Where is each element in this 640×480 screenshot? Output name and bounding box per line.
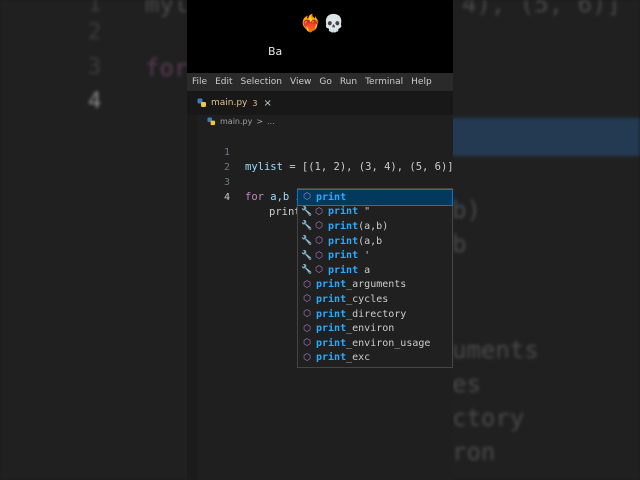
wrench-icon: 🔧	[301, 265, 313, 276]
tab-bar: main.py 3 ×	[187, 91, 453, 115]
code-token: a,b	[263, 191, 296, 203]
suggestion-item[interactable]: 🔧 ⬡ print (a,b	[298, 234, 452, 249]
python-file-icon	[207, 117, 216, 126]
background-code: uments	[452, 336, 539, 364]
snippet-icon: ⬡	[315, 265, 323, 276]
suggestion-item[interactable]: 🔧 ⬡ print (a,b)	[298, 219, 452, 234]
snippet-icon: ⬡	[315, 236, 323, 247]
cube-icon: ⬡	[303, 338, 311, 349]
video-overlay-band	[187, 0, 453, 73]
background-code: b)	[452, 196, 481, 224]
breadcrumb-more[interactable]: ...	[267, 117, 275, 126]
background-code: 4), (5, 6)]	[462, 0, 621, 18]
menu-selection[interactable]: Selection	[241, 77, 282, 87]
background-code: es	[452, 370, 481, 398]
background-line-number: 2	[88, 20, 102, 45]
background-line-number: 3	[88, 55, 102, 80]
code-line: 3 for a,b in mylist:	[187, 160, 453, 203]
wrench-icon: 🔧	[301, 206, 313, 217]
menu-edit[interactable]: Edit	[215, 77, 232, 87]
problems-count-badge: 3	[252, 98, 258, 108]
breadcrumb: main.py > ...	[207, 117, 275, 126]
cube-icon: ⬡	[303, 279, 311, 290]
tab-filename: main.py	[211, 98, 248, 108]
snippet-icon: ⬡	[315, 221, 323, 232]
cube-icon: ⬡	[303, 309, 311, 320]
menu-bar: File Edit Selection View Go Run Terminal…	[187, 73, 453, 91]
menu-go[interactable]: Go	[319, 77, 331, 87]
menu-help[interactable]: Help	[411, 77, 432, 87]
menu-run[interactable]: Run	[340, 77, 357, 87]
code-line: 2	[187, 145, 453, 173]
suggestion-item[interactable]: ⬡ print _cycles	[298, 292, 452, 307]
suggestion-item[interactable]: ⬡ print _environ	[298, 321, 452, 336]
close-tab-icon[interactable]: ×	[263, 98, 271, 109]
background-code: b	[452, 230, 467, 258]
suggestion-item[interactable]: 🔧 ⬡ print a	[298, 263, 452, 278]
suggestion-widget: ⬡ print 🔧 ⬡ print " 🔧 ⬡ print (a,b) 🔧 ⬡ prin…	[297, 188, 453, 368]
cube-icon: ⬡	[303, 323, 311, 334]
background-code: ctory	[452, 404, 525, 432]
background-line-number: 4	[88, 89, 102, 114]
suggestion-item[interactable]: 🔧 ⬡ print "	[298, 205, 452, 220]
code-line: 1 mylist = [(1, 2), (3, 4), (5, 6)]	[187, 130, 454, 173]
cube-icon: ⬡	[303, 294, 311, 305]
suggestion-item[interactable]: ⬡ print _exc	[298, 351, 452, 366]
line-number: 4	[223, 192, 230, 203]
emoji-overlay: ❤️‍🔥💀	[300, 14, 347, 34]
menu-file[interactable]: File	[192, 77, 207, 87]
suggestion-item[interactable]: ⬡ print	[297, 189, 453, 206]
cube-icon: ⬡	[303, 352, 311, 363]
code-token: print	[269, 206, 301, 218]
background-selection	[440, 118, 640, 156]
snippet-icon: ⬡	[315, 250, 323, 261]
suggestion-item[interactable]: ⬡ print _directory	[298, 307, 452, 322]
background-code: ron	[452, 438, 496, 466]
caption-text: Ba	[268, 45, 283, 58]
wrench-icon: 🔧	[301, 221, 313, 232]
menu-view[interactable]: View	[290, 77, 311, 87]
menu-terminal[interactable]: Terminal	[365, 77, 403, 87]
background-line-number: 1	[88, 0, 102, 17]
wrench-icon: 🔧	[301, 250, 313, 261]
snippet-icon: ⬡	[315, 206, 323, 217]
breadcrumb-file[interactable]: main.py	[220, 117, 252, 126]
wrench-icon: 🔧	[301, 236, 313, 247]
code-token: for	[245, 191, 264, 203]
suggestion-item[interactable]: ⬡ print _arguments	[298, 278, 452, 293]
breadcrumb-separator: >	[256, 117, 264, 126]
suggestion-item[interactable]: ⬡ print _environ_usage	[298, 336, 452, 351]
cube-icon: ⬡	[303, 192, 311, 203]
suggestion-item[interactable]: 🔧 ⬡ print '	[298, 248, 452, 263]
background-code: for	[145, 54, 189, 82]
tab-main-py[interactable]: main.py 3 ×	[197, 95, 272, 111]
python-file-icon	[197, 98, 206, 107]
